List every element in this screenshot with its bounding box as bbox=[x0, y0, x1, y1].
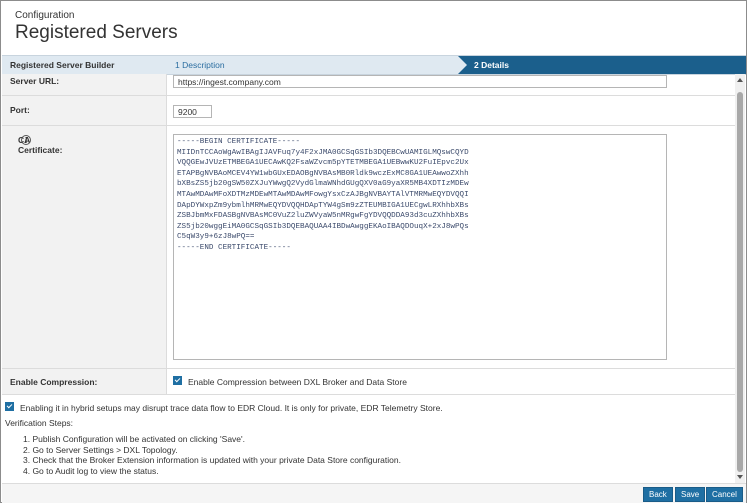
registered-servers-window: Configuration Registered Servers Registe… bbox=[0, 0, 747, 503]
info-icon[interactable]: i bbox=[21, 135, 31, 145]
step-arrow bbox=[458, 56, 467, 74]
port-row: Port: 9200 bbox=[2, 96, 735, 126]
wizard-builder-label: Registered Server Builder bbox=[10, 60, 115, 70]
enable-compression-checkbox[interactable] bbox=[173, 376, 182, 385]
verification-steps-list: 1. Publish Configuration will be activat… bbox=[23, 434, 401, 476]
breadcrumb[interactable]: Configuration bbox=[15, 10, 74, 21]
footer-bar: Back Save Cancel bbox=[2, 483, 746, 503]
details-form: Server URL: https://ingest.company.com P… bbox=[2, 74, 735, 483]
server-url-input[interactable]: https://ingest.company.com bbox=[173, 75, 667, 88]
port-label: Port: bbox=[10, 105, 30, 115]
vertical-scrollbar[interactable] bbox=[735, 74, 745, 483]
wizard-steps: Registered Server Builder 1 Description … bbox=[2, 55, 746, 75]
server-url-row: Server URL: https://ingest.company.com bbox=[2, 74, 735, 96]
step-description[interactable]: 1 Description bbox=[175, 60, 225, 70]
ca-certificate-textarea[interactable]: -----BEGIN CERTIFICATE----- MIIDnTCCAoWg… bbox=[173, 134, 667, 360]
list-item: 3. Check that the Broker Extension infor… bbox=[23, 455, 401, 465]
hybrid-notice-checkbox[interactable] bbox=[5, 402, 14, 411]
port-input[interactable]: 9200 bbox=[173, 105, 212, 118]
server-url-label: Server URL: bbox=[10, 76, 60, 86]
step-details-active[interactable]: 2 Details bbox=[458, 56, 746, 74]
list-item: 4. Go to Audit log to view the status. bbox=[23, 465, 159, 476]
back-button[interactable]: Back bbox=[643, 487, 673, 502]
hybrid-notice-text: Enabling it in hybrid setups may disrupt… bbox=[20, 403, 443, 413]
list-item: 1. Publish Configuration will be activat… bbox=[23, 434, 246, 444]
enable-compression-checkbox-label: Enable Compression between DXL Broker an… bbox=[188, 377, 407, 387]
save-button[interactable]: Save bbox=[675, 487, 706, 502]
verification-title: Verification Steps: bbox=[5, 418, 74, 428]
ca-certificate-row: CA Certificate: i -----BEGIN CERTIFICATE-… bbox=[2, 126, 735, 369]
enable-compression-label: Enable Compression: bbox=[10, 377, 98, 387]
step-details-label: 2 Details bbox=[474, 60, 509, 70]
scroll-down-icon[interactable] bbox=[737, 475, 743, 479]
scrollbar-thumb[interactable] bbox=[737, 92, 743, 472]
cancel-button[interactable]: Cancel bbox=[706, 487, 743, 502]
list-item: 2. Go to Server Settings > DXL Topology. bbox=[23, 444, 178, 455]
page-title: Registered Servers bbox=[15, 22, 178, 43]
scroll-up-icon[interactable] bbox=[737, 78, 743, 82]
enable-compression-row: Enable Compression: Enable Compression b… bbox=[2, 369, 735, 395]
